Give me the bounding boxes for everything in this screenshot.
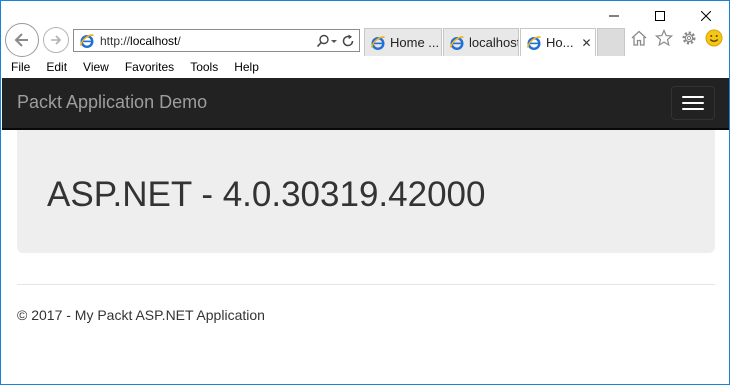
url-scheme: http:// [100, 33, 131, 48]
refresh-icon[interactable] [341, 34, 355, 48]
jumbotron: ASP.NET - 4.0.30319.42000 [17, 130, 715, 253]
maximize-icon [655, 11, 665, 21]
tab-active[interactable]: Ho... ✕ [520, 28, 596, 56]
new-tab-button[interactable] [597, 28, 625, 56]
close-tab-icon[interactable]: ✕ [581, 36, 591, 50]
ie-tab-icon [526, 35, 541, 50]
back-button[interactable] [5, 23, 39, 57]
browser-window: http://localhost/ Home ... localhost Ho.… [0, 0, 730, 385]
forward-button[interactable] [43, 27, 69, 53]
ie-page-icon [79, 33, 94, 48]
footer-text: © 2017 - My Packt ASP.NET Application [17, 307, 265, 323]
url-host: localhost [130, 33, 178, 48]
forward-arrow-icon [51, 35, 62, 45]
minimize-button[interactable] [591, 1, 637, 31]
tab-label: localhost [469, 35, 519, 50]
close-icon [701, 11, 711, 21]
home-icon[interactable] [630, 29, 648, 47]
tab-label: Home ... [390, 35, 440, 50]
url-path: / [177, 33, 181, 48]
close-window-button[interactable] [683, 1, 729, 31]
address-bar[interactable]: http://localhost/ [73, 29, 360, 52]
menu-view[interactable]: View [75, 57, 117, 77]
navbar-toggle-button[interactable] [671, 86, 715, 120]
tab-strip: Home ... localhost Ho... ✕ [364, 28, 626, 56]
smiley-icon[interactable] [705, 29, 723, 47]
menu-file[interactable]: File [1, 57, 38, 77]
ie-tab-icon [449, 35, 464, 50]
browser-toolbar [630, 29, 723, 47]
caption-buttons [591, 1, 729, 31]
page-heading: ASP.NET - 4.0.30319.42000 [47, 175, 486, 214]
ie-tab-icon [370, 35, 385, 50]
tab-localhost[interactable]: localhost [443, 28, 519, 56]
star-icon[interactable] [655, 29, 673, 47]
menu-edit[interactable]: Edit [38, 57, 75, 77]
back-arrow-icon [14, 33, 28, 47]
menu-help[interactable]: Help [226, 57, 267, 77]
hamburger-icon-bar [682, 108, 704, 110]
address-url: http://localhost/ [100, 34, 316, 48]
hamburger-icon-bar [682, 96, 704, 98]
menu-bar: File Edit View Favorites Tools Help [1, 57, 729, 77]
tab-label: Ho... [546, 35, 574, 50]
tab-home[interactable]: Home ... [364, 28, 442, 56]
menu-favorites[interactable]: Favorites [117, 57, 182, 77]
site-brand[interactable]: Packt Application Demo [17, 92, 207, 113]
hamburger-icon-bar [682, 102, 704, 104]
maximize-button[interactable] [637, 1, 683, 31]
menu-tools[interactable]: Tools [182, 57, 226, 77]
footer-divider [17, 284, 715, 285]
search-icon[interactable] [316, 34, 338, 48]
minimize-icon [609, 15, 619, 17]
gear-icon[interactable] [680, 29, 698, 47]
site-navbar: Packt Application Demo [2, 78, 729, 130]
